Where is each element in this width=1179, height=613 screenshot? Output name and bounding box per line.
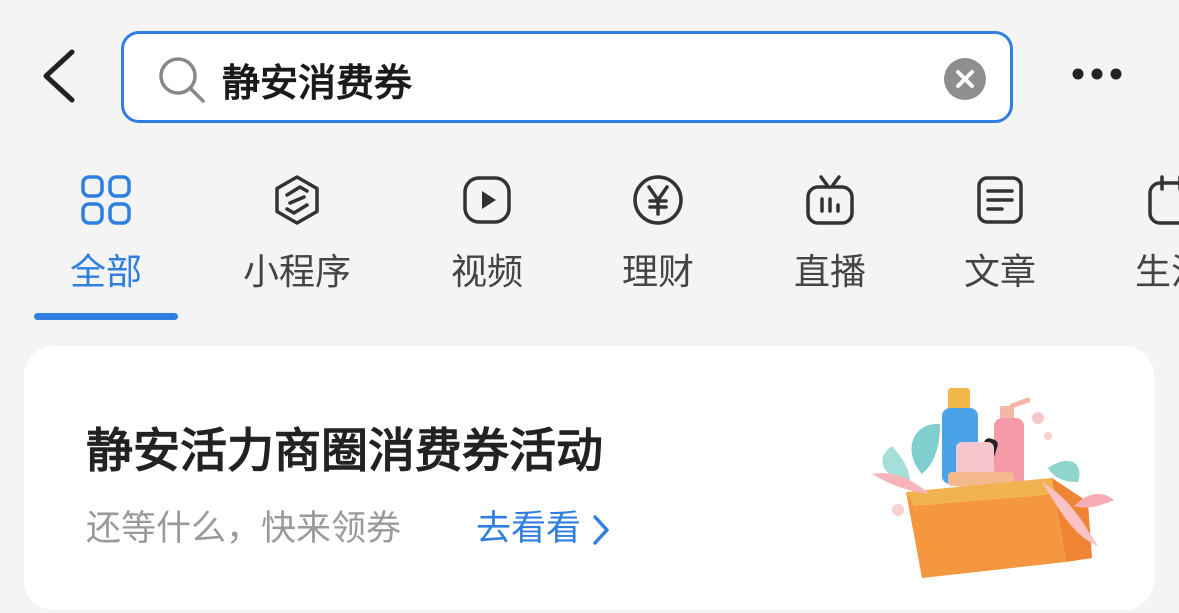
more-options-button[interactable] <box>1068 56 1128 92</box>
tab-label: 全部 <box>69 252 142 293</box>
live-tv-icon <box>806 175 854 225</box>
more-dots-icon <box>1072 68 1122 80</box>
gift-box-illustration <box>872 388 1114 578</box>
tab-label: 小程序 <box>242 252 351 293</box>
chevron-left-icon <box>43 49 75 103</box>
view-link[interactable]: 去看看 <box>476 500 611 551</box>
tab-label: 视频 <box>450 252 523 293</box>
active-tab-indicator <box>34 313 178 320</box>
tab-article[interactable]: 文章 <box>925 165 1075 325</box>
article-icon <box>977 176 1023 224</box>
close-icon <box>956 70 974 88</box>
category-tabs: 全部 小程序 视频 理财 直播 文章 生 <box>0 165 1179 325</box>
tab-label: 直播 <box>793 252 866 293</box>
tab-label: 理财 <box>621 252 694 293</box>
tab-finance[interactable]: 理财 <box>583 165 733 325</box>
play-icon <box>463 176 511 224</box>
search-input[interactable] <box>222 52 922 106</box>
chevron-right-icon <box>593 515 609 545</box>
clear-search-button[interactable] <box>944 58 986 100</box>
tab-label: 生活 <box>1134 252 1179 293</box>
promo-subtitle: 还等什么，快来领券 <box>86 509 402 549</box>
back-button[interactable] <box>38 48 82 104</box>
tab-all[interactable]: 全部 <box>31 165 181 325</box>
search-bar[interactable] <box>121 31 1013 123</box>
tab-life[interactable]: 生活 <box>1096 165 1179 325</box>
promo-card[interactable]: 静安活力商圈消费券活动 还等什么，快来领券 去看看 <box>24 346 1154 610</box>
yen-icon <box>633 175 683 225</box>
grid-icon <box>81 175 131 225</box>
view-link-label: 去看看 <box>476 509 582 549</box>
life-icon <box>1148 175 1179 225</box>
promo-title: 静安活力商圈消费券活动 <box>86 424 603 479</box>
mini-program-icon <box>275 175 319 225</box>
tab-mini-program[interactable]: 小程序 <box>222 165 372 325</box>
tab-label: 文章 <box>963 252 1036 293</box>
tab-live[interactable]: 直播 <box>755 165 905 325</box>
search-icon <box>159 57 205 103</box>
tab-video[interactable]: 视频 <box>412 165 562 325</box>
